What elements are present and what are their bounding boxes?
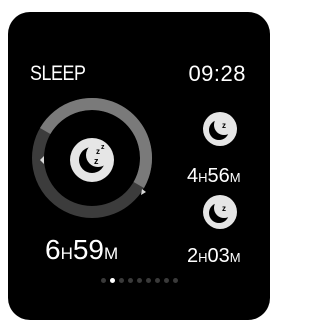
page-dot[interactable] [163,278,169,283]
moon-sleep-icon: z z z [70,138,114,182]
svg-text:z: z [96,147,100,156]
page-dot[interactable] [118,278,124,283]
page-title: SLEEP [30,62,86,85]
svg-text:z: z [222,121,226,130]
sleep-segment-duration: 4H56M [187,165,241,187]
page-dot[interactable] [109,278,115,283]
page-dot[interactable] [136,278,142,283]
sleep-segment-duration: 2H03M [187,245,241,267]
svg-text:z: z [222,204,226,213]
page-dot[interactable] [145,278,151,283]
page-dot[interactable] [127,278,133,283]
page-dot[interactable] [154,278,160,283]
moon-sleep-icon: z [203,112,237,146]
moon-sleep-icon: z [203,195,237,229]
page-dot[interactable] [172,278,178,283]
clock-time: 09:28 [188,61,246,86]
sleep-ring-chart: z z z [32,98,152,218]
svg-text:z: z [94,156,99,166]
watch-screen: SLEEP 09:28 z z z 6H59M z 4H56M z 2H03M [8,12,270,320]
page-indicator[interactable] [8,278,270,283]
total-sleep-duration: 6H59M [45,234,119,265]
svg-text:z: z [101,144,105,151]
page-dot[interactable] [100,278,106,283]
